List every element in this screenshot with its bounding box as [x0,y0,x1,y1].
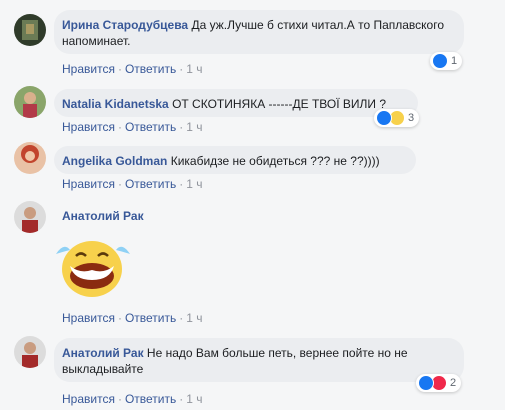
reply-link[interactable]: Ответить [125,311,176,325]
like-reaction-icon [418,375,434,391]
reaction-count: 2 [450,377,457,389]
like-reaction-icon [432,53,448,69]
avatar[interactable] [14,14,46,46]
timestamp[interactable]: 1 ч [186,177,202,191]
avatar[interactable] [14,336,46,368]
timestamp[interactable]: 1 ч [186,392,202,406]
comment-bubble: Анатолий Рак Не надо Вам больше петь, ве… [54,338,464,382]
reply-link[interactable]: Ответить [125,392,176,406]
comment-actions: Нравится · Ответить · 1 ч [62,62,203,76]
comment-actions: Нравится · Ответить · 1 ч [62,177,203,191]
comment-author[interactable]: Ирина Стародубцева [62,18,188,32]
comment-author[interactable]: Анатолий Рак [62,209,144,223]
reply-link[interactable]: Ответить [125,120,176,134]
avatar[interactable] [14,142,46,174]
timestamp[interactable]: 1 ч [186,120,202,134]
reply-link[interactable]: Ответить [125,177,176,191]
comment-actions: Нравится · Ответить · 1 ч [62,120,203,134]
avatar[interactable] [14,201,46,233]
comment-bubble: Ирина Стародубцева Да уж.Лучше б стихи ч… [54,10,464,54]
laughing-tears-sticker [50,236,136,298]
comment-text: ОТ СКОТИНЯКА ------ДЕ ТВОЇ ВИЛИ ? [172,97,387,111]
like-link[interactable]: Нравится [62,120,115,134]
avatar[interactable] [14,86,46,118]
timestamp[interactable]: 1 ч [186,311,202,325]
comment-bubble: Natalia Kidanetska ОТ СКОТИНЯКА ------ДЕ… [54,89,418,117]
like-link[interactable]: Нравится [62,62,115,76]
like-link[interactable]: Нравится [62,177,115,191]
reaction-summary[interactable]: 3 [374,109,420,127]
comment-actions: Нравится · Ответить · 1 ч [62,392,203,406]
comment-author[interactable]: Angelika Goldman [62,154,167,168]
like-link[interactable]: Нравится [62,311,115,325]
reaction-count: 1 [451,55,458,67]
reply-link[interactable]: Ответить [125,62,176,76]
comment-author[interactable]: Natalia Kidanetska [62,97,169,111]
reaction-count: 3 [408,112,415,124]
timestamp[interactable]: 1 ч [186,62,202,76]
comment-actions: Нравится · Ответить · 1 ч [62,311,203,325]
comment-text: Кикабидзе не обидеться ??? не ??)))) [170,154,380,168]
like-link[interactable]: Нравится [62,392,115,406]
reaction-summary[interactable]: 2 [416,374,462,392]
comment-bubble: Angelika Goldman Кикабидзе не обидеться … [54,146,416,174]
comment-author[interactable]: Анатолий Рак [62,346,144,360]
reaction-summary[interactable]: 1 [430,52,463,70]
like-reaction-icon [376,110,392,126]
